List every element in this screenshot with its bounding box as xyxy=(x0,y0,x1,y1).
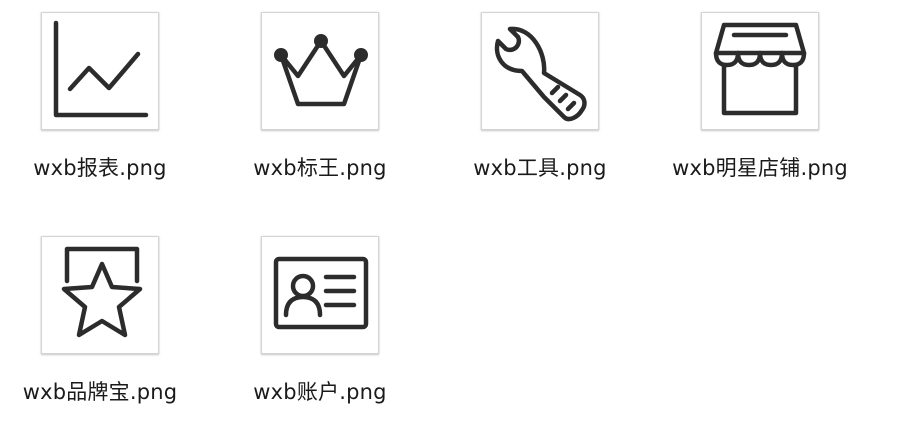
file-thumbnail[interactable] xyxy=(41,236,159,354)
file-name[interactable]: wxb标王.png xyxy=(200,152,440,182)
file-item-wxb-brand[interactable]: wxb品牌宝.png xyxy=(0,236,200,426)
file-thumbnail[interactable] xyxy=(481,12,599,130)
storefront-icon xyxy=(713,22,807,116)
file-item-wxb-tools[interactable]: wxb工具.png xyxy=(440,12,640,202)
file-name[interactable]: wxb明星店铺.png xyxy=(640,152,880,182)
file-item-wxb-biaowang[interactable]: wxb标王.png xyxy=(220,12,420,202)
wrench-icon xyxy=(494,26,587,122)
file-thumbnail[interactable] xyxy=(261,236,379,354)
id-card-icon xyxy=(273,256,369,330)
file-browser-icon-view: { "files": [ {"name": "wxb报表.png", "icon… xyxy=(0,0,900,436)
star-badge-icon xyxy=(61,246,143,338)
file-thumbnail[interactable] xyxy=(261,12,379,130)
file-item-wxb-report[interactable]: wxb报表.png xyxy=(0,12,200,202)
file-name[interactable]: wxb品牌宝.png xyxy=(0,376,220,406)
file-name[interactable]: wxb工具.png xyxy=(420,152,660,182)
file-thumbnail[interactable] xyxy=(41,12,159,130)
file-name[interactable]: wxb账户.png xyxy=(200,376,440,406)
file-thumbnail[interactable] xyxy=(701,12,819,130)
crown-icon xyxy=(274,34,368,107)
file-item-wxb-star-store[interactable]: wxb明星店铺.png xyxy=(660,12,860,202)
line-chart-icon xyxy=(53,20,149,118)
file-name[interactable]: wxb报表.png xyxy=(0,152,220,182)
file-item-wxb-account[interactable]: wxb账户.png xyxy=(220,236,420,426)
